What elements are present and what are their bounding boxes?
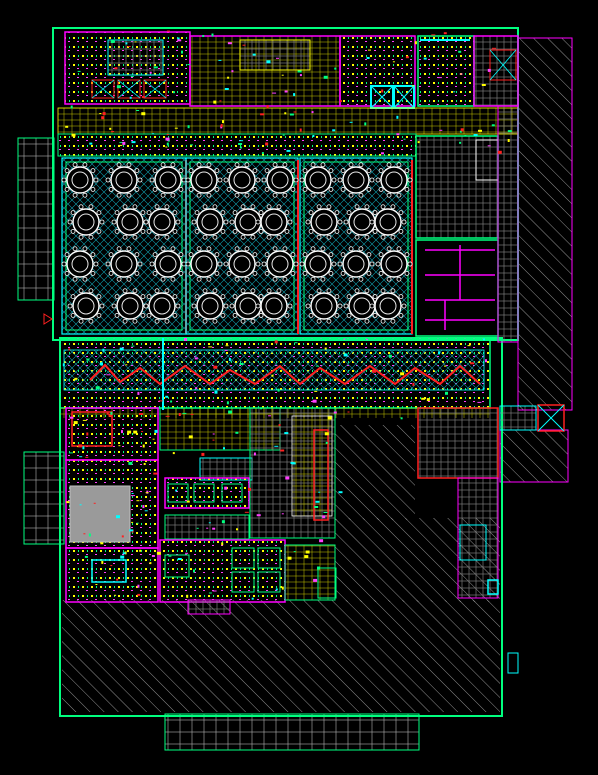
upper-corridor [57,107,519,135]
right-exterior-hatch [517,37,573,411]
right-exterior-hatch-2 [499,429,569,483]
banquet-hall [61,157,187,335]
banquet-hall [299,157,413,335]
mid-block-c [159,539,286,603]
lower-hatch-area [62,600,500,712]
right-lower-tiled [417,407,499,479]
right-dark-room [415,239,499,337]
bottom-grid-strip [164,713,420,751]
left-grid-block-top [17,137,55,301]
mid-block-b [164,477,250,509]
banquet-hall [185,157,299,335]
floor-plan-drawing [0,0,598,775]
right-tiled-room [415,135,499,239]
banquet-halls [61,157,413,335]
left-grid-block-bottom [23,451,65,545]
